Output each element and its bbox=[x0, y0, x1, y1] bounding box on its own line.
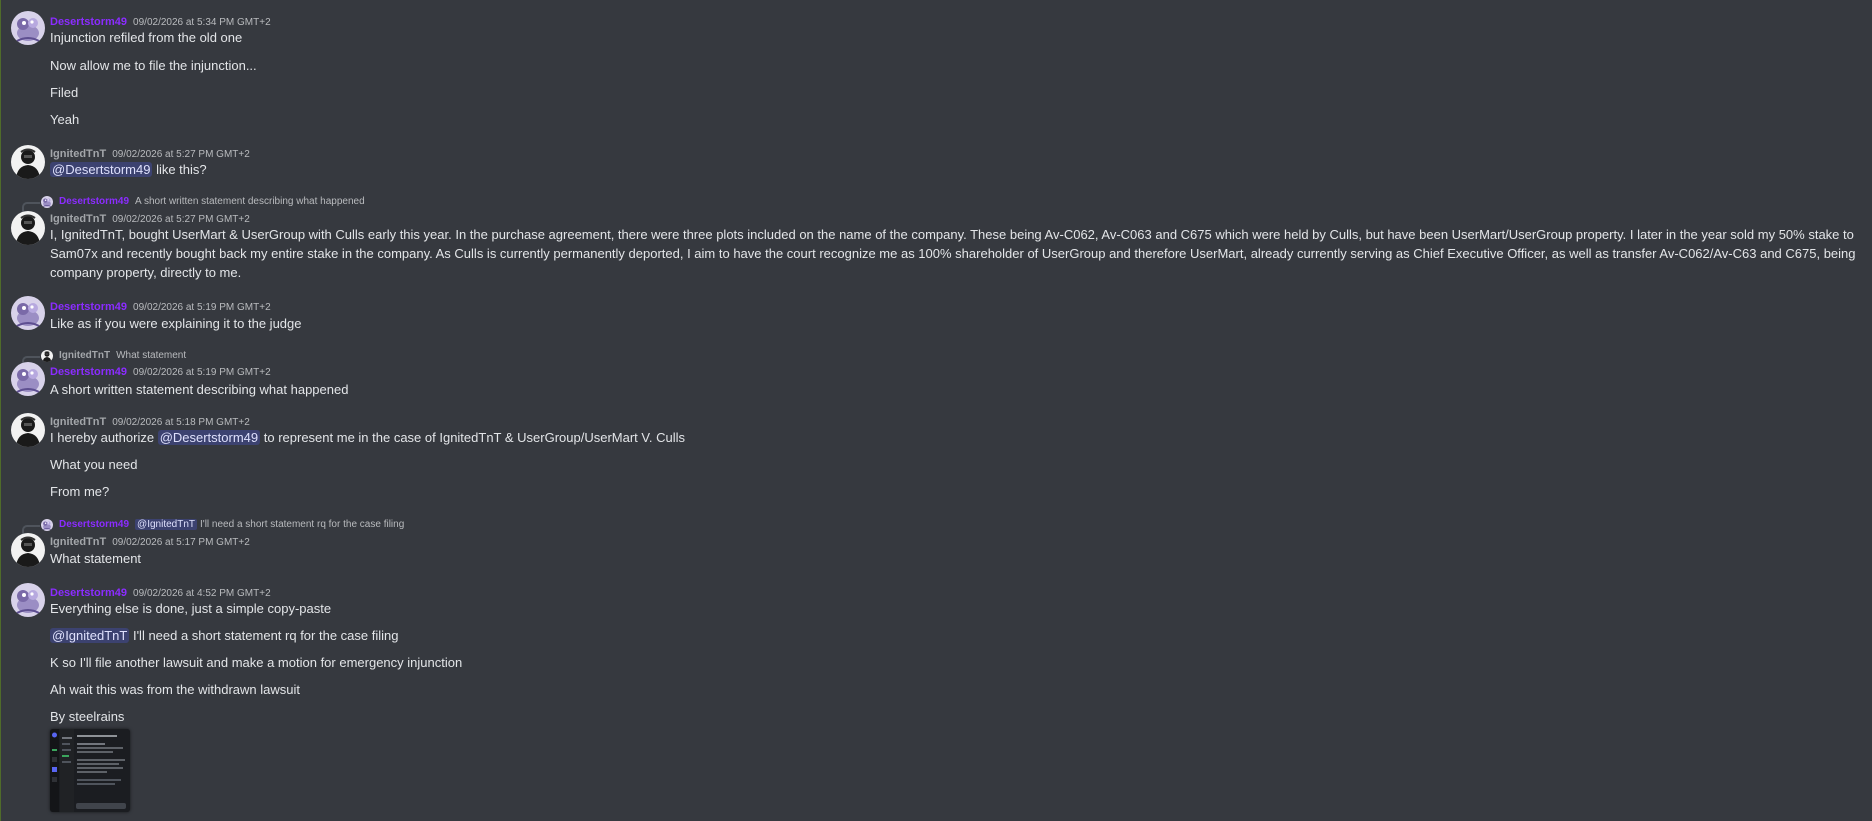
message-text: Yeah bbox=[50, 112, 80, 127]
image-attachment[interactable] bbox=[50, 729, 130, 812]
author-name[interactable]: Desertstorm49 bbox=[50, 587, 127, 599]
avatar-image bbox=[41, 350, 53, 362]
avatar[interactable] bbox=[11, 533, 45, 567]
avatar-image bbox=[11, 362, 45, 396]
author-name[interactable]: IgnitedTnT bbox=[50, 148, 106, 160]
message-header: IgnitedTnT 09/02/2026 at 5:17 PM GMT+2 bbox=[50, 534, 250, 549]
avatar[interactable] bbox=[11, 362, 45, 396]
avatar-image bbox=[11, 211, 45, 245]
message-text: K so I'll file another lawsuit and make … bbox=[50, 655, 463, 670]
reply-text: I'll need a short statement rq for the c… bbox=[200, 519, 405, 530]
reply-author[interactable]: Desertstorm49 bbox=[59, 196, 129, 207]
timestamp: 09/02/2026 at 5:17 PM GMT+2 bbox=[112, 537, 250, 548]
message-header: IgnitedTnT 09/02/2026 at 5:27 PM GMT+2 bbox=[50, 146, 250, 161]
message-text: A short written statement describing wha… bbox=[50, 382, 349, 397]
reply-text: What statement bbox=[116, 350, 187, 361]
avatar[interactable] bbox=[11, 583, 45, 617]
author-name[interactable]: Desertstorm49 bbox=[50, 366, 127, 378]
message-text: From me? bbox=[50, 484, 110, 499]
reply-avatar bbox=[41, 519, 53, 531]
user-mention[interactable]: @Desertstorm49 bbox=[50, 162, 153, 177]
message-text: By steelrains bbox=[50, 709, 125, 724]
avatar[interactable] bbox=[11, 413, 45, 447]
timestamp: 09/02/2026 at 5:27 PM GMT+2 bbox=[112, 214, 250, 225]
timestamp: 09/02/2026 at 4:52 PM GMT+2 bbox=[133, 588, 271, 599]
chat-log: Desertstorm49 09/02/2026 at 5:34 PM GMT+2… bbox=[0, 0, 1872, 821]
message-text-span: to represent me in the case of IgnitedTn… bbox=[260, 430, 685, 445]
message-header: Desertstorm49 09/02/2026 at 4:52 PM GMT+2 bbox=[50, 585, 271, 600]
message-text: Ah wait this was from the withdrawn laws… bbox=[50, 682, 300, 697]
avatar[interactable] bbox=[11, 145, 45, 179]
reply-author[interactable]: Desertstorm49 bbox=[59, 519, 129, 530]
reply-text: A short written statement describing wha… bbox=[135, 196, 365, 207]
timestamp: 09/02/2026 at 5:19 PM GMT+2 bbox=[133, 367, 271, 378]
timestamp: 09/02/2026 at 5:18 PM GMT+2 bbox=[112, 417, 250, 428]
author-name[interactable]: Desertstorm49 bbox=[50, 16, 127, 28]
message-header: Desertstorm49 09/02/2026 at 5:19 PM GMT+2 bbox=[50, 364, 271, 379]
avatar-image bbox=[11, 11, 45, 45]
avatar[interactable] bbox=[11, 211, 45, 245]
message-text: What statement bbox=[50, 551, 142, 566]
message-text: Everything else is done, just a simple c… bbox=[50, 601, 332, 616]
timestamp: 09/02/2026 at 5:34 PM GMT+2 bbox=[133, 17, 271, 28]
message-text: Filed bbox=[50, 85, 79, 100]
message-text: Like as if you were explaining it to the… bbox=[50, 316, 302, 331]
attachment-thumbnail bbox=[50, 729, 130, 812]
avatar-image bbox=[11, 413, 45, 447]
message-text: @IgnitedTnT I'll need a short statement … bbox=[50, 626, 1866, 645]
avatar-image bbox=[11, 533, 45, 567]
message-header: IgnitedTnT 09/02/2026 at 5:27 PM GMT+2 bbox=[50, 211, 250, 226]
user-mention[interactable]: @IgnitedTnT bbox=[50, 628, 130, 643]
reply-author[interactable]: IgnitedTnT bbox=[59, 350, 110, 361]
message-text: What you need bbox=[50, 457, 138, 472]
message-text: Now allow me to file the injunction... bbox=[50, 58, 257, 73]
avatar-image bbox=[41, 519, 53, 531]
message-text: @Desertstorm49 like this? bbox=[50, 160, 1866, 179]
message-header: Desertstorm49 09/02/2026 at 5:19 PM GMT+2 bbox=[50, 299, 271, 314]
message-text: I, IgnitedTnT, bought UserMart & UserGro… bbox=[50, 227, 1856, 280]
message-header: Desertstorm49 09/02/2026 at 5:34 PM GMT+2 bbox=[50, 14, 271, 29]
reply-avatar bbox=[41, 350, 53, 362]
user-mention[interactable]: @Desertstorm49 bbox=[157, 430, 261, 445]
avatar[interactable] bbox=[11, 11, 45, 45]
author-name[interactable]: Desertstorm49 bbox=[50, 301, 127, 313]
message-text-span: I'll need a short statement rq for the c… bbox=[129, 628, 399, 643]
message-text-span: I hereby authorize bbox=[50, 430, 158, 445]
avatar[interactable] bbox=[11, 296, 45, 330]
author-name[interactable]: IgnitedTnT bbox=[50, 416, 106, 428]
reply-avatar bbox=[41, 196, 53, 208]
timestamp: 09/02/2026 at 5:27 PM GMT+2 bbox=[112, 149, 250, 160]
timestamp: 09/02/2026 at 5:19 PM GMT+2 bbox=[133, 302, 271, 313]
avatar-image bbox=[11, 583, 45, 617]
message-header: IgnitedTnT 09/02/2026 at 5:18 PM GMT+2 bbox=[50, 414, 250, 429]
author-name[interactable]: IgnitedTnT bbox=[50, 536, 106, 548]
reply-mention[interactable]: @IgnitedTnT bbox=[135, 519, 198, 530]
message-text: I hereby authorize @Desertstorm49 to rep… bbox=[50, 428, 1866, 447]
message-text-span: like this? bbox=[152, 162, 207, 177]
avatar-image bbox=[11, 296, 45, 330]
avatar-image bbox=[41, 196, 53, 208]
avatar-image bbox=[11, 145, 45, 179]
author-name[interactable]: IgnitedTnT bbox=[50, 213, 106, 225]
message-text: Injunction refiled from the old one bbox=[50, 30, 243, 45]
